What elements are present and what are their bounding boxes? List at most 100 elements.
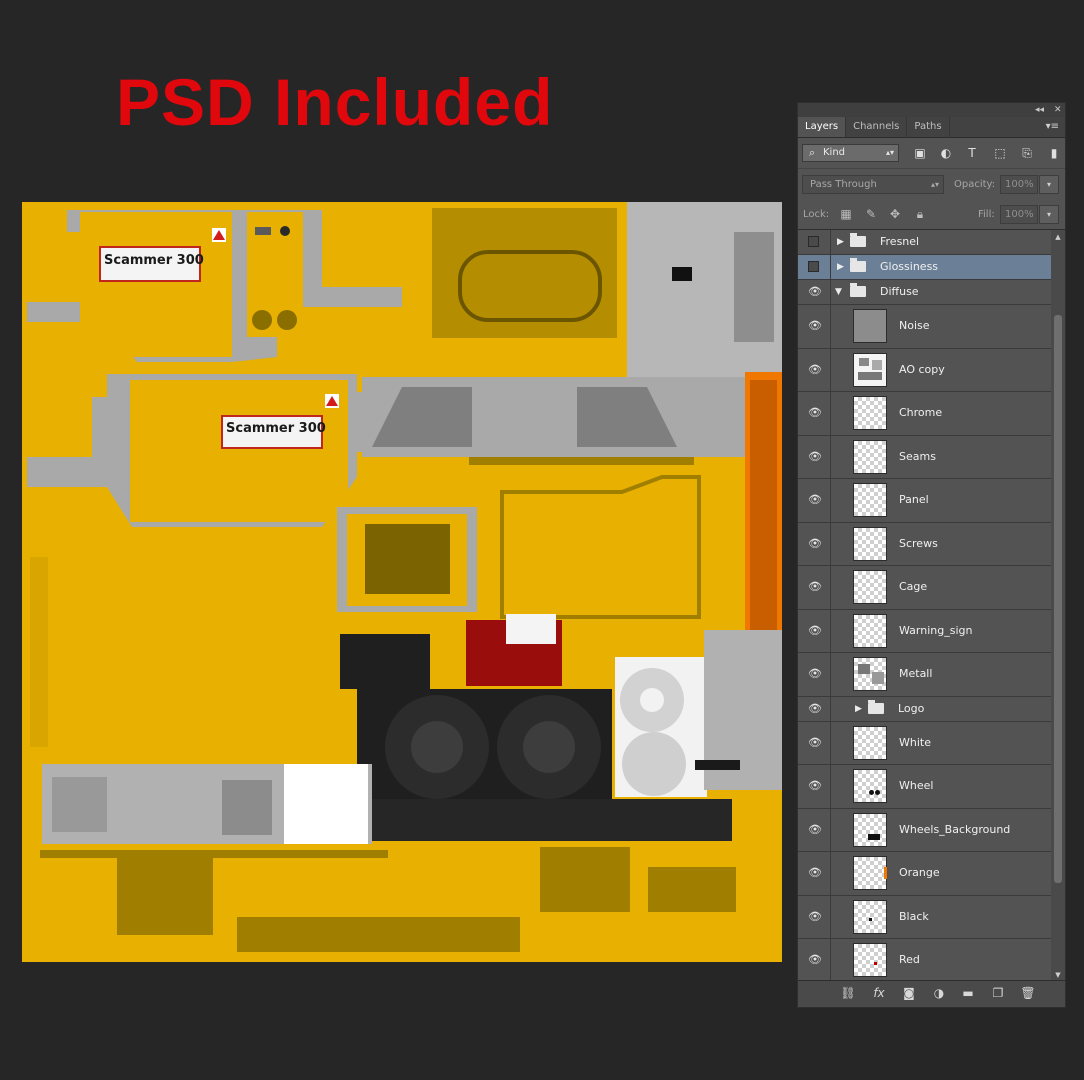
layer-noise[interactable]: 👁︎ Noise xyxy=(798,305,1051,349)
filter-toggle-icon[interactable]: ▮ xyxy=(1047,146,1061,160)
add-mask-icon[interactable]: ◙ xyxy=(901,985,917,1001)
eye-icon: 👁︎ xyxy=(808,623,822,637)
layer-thumbnail xyxy=(853,309,887,344)
eye-icon: 👁︎ xyxy=(808,536,822,550)
lock-position-icon[interactable]: ✥ xyxy=(888,207,902,221)
layer-group-fresnel[interactable]: ▶ Fresnel xyxy=(798,230,1051,255)
visibility-toggle[interactable]: 👁︎ xyxy=(798,895,831,938)
visibility-toggle[interactable] xyxy=(798,255,831,279)
collapse-icon[interactable]: ◂◂ xyxy=(1035,103,1044,117)
layer-name: Seams xyxy=(899,449,936,463)
visibility-toggle[interactable]: 👁︎ xyxy=(798,392,831,435)
fill-input[interactable]: 100% xyxy=(1000,205,1038,224)
folder-open-icon xyxy=(850,283,866,297)
lock-transparent-pixels-icon[interactable]: ▦ xyxy=(839,207,853,221)
visibility-toggle[interactable]: 👁︎ xyxy=(798,852,831,895)
lock-all-icon[interactable]: 🔒︎ xyxy=(913,207,927,221)
new-group-icon[interactable]: ▬ xyxy=(960,985,976,1001)
visibility-toggle[interactable]: 👁︎ xyxy=(798,522,831,565)
tab-layers[interactable]: Layers xyxy=(798,117,847,137)
visibility-toggle[interactable]: 👁︎ xyxy=(798,808,831,851)
eye-icon: 👁︎ xyxy=(808,822,822,836)
layers-list: ▶ Fresnel ▶ Glossiness 👁︎ ▼ Diffuse 👁︎ N… xyxy=(798,230,1051,982)
visibility-toggle[interactable]: 👁︎ xyxy=(798,280,831,304)
layers-panel: ◂◂ ✕ Layers Channels Paths ▾≡ ⌕ Kind ▴▾ … xyxy=(797,102,1066,1008)
layer-thumbnail xyxy=(853,352,887,387)
layer-metall[interactable]: 👁︎ Metall xyxy=(798,653,1051,697)
layer-wheel[interactable]: 👁︎ Wheel xyxy=(798,765,1051,809)
layer-panel[interactable]: 👁︎ Panel xyxy=(798,479,1051,523)
layer-wheels-background[interactable]: 👁︎ Wheels_Background xyxy=(798,808,1051,852)
layer-thumbnail xyxy=(853,439,887,474)
layer-name: Cage xyxy=(899,580,928,594)
visibility-toggle[interactable]: 👁︎ xyxy=(798,939,831,982)
layer-orange[interactable]: 👁︎ Orange xyxy=(798,852,1051,896)
layer-seams[interactable]: 👁︎ Seams xyxy=(798,435,1051,479)
expand-arrow-icon[interactable]: ▶ xyxy=(855,703,862,715)
blend-mode-select[interactable]: Pass Through ▴▾ xyxy=(802,175,944,194)
expand-arrow-icon[interactable]: ▶ xyxy=(837,261,844,273)
visibility-toggle[interactable]: 👁︎ xyxy=(798,653,831,696)
layer-chrome[interactable]: 👁︎ Chrome xyxy=(798,392,1051,436)
scroll-down-icon[interactable]: ▼ xyxy=(1051,970,1065,980)
layer-group-glossiness[interactable]: ▶ Glossiness xyxy=(798,255,1051,280)
layers-scrollbar[interactable]: ▲ ▼ xyxy=(1051,230,1065,982)
shape-filter-icon[interactable]: ⬚ xyxy=(993,146,1007,160)
collapse-arrow-icon[interactable]: ▼ xyxy=(835,286,842,298)
visibility-toggle[interactable]: 👁︎ xyxy=(798,566,831,609)
label-scammer-2: Scammer 300 xyxy=(226,421,326,436)
layer-thumbnail xyxy=(853,526,887,561)
filter-kind-select[interactable]: ⌕ Kind ▴▾ xyxy=(802,144,899,162)
fx-icon[interactable]: fx xyxy=(871,985,887,1001)
opacity-input[interactable]: 100% xyxy=(1000,175,1038,194)
lock-image-pixels-icon[interactable]: ✎ xyxy=(864,207,878,221)
smart-object-filter-icon[interactable]: ⎘ xyxy=(1020,146,1034,160)
layer-screws[interactable]: 👁︎ Screws xyxy=(798,522,1051,566)
layer-white[interactable]: 👁︎ White xyxy=(798,721,1051,765)
expand-arrow-icon[interactable]: ▶ xyxy=(837,236,844,248)
layer-ao-copy[interactable]: 👁︎ AO copy xyxy=(798,348,1051,392)
eye-icon: 👁︎ xyxy=(808,701,822,715)
layer-thumbnail xyxy=(853,769,887,804)
eye-icon: 👁︎ xyxy=(808,779,822,793)
visibility-toggle[interactable]: 👁︎ xyxy=(798,479,831,522)
type-filter-icon[interactable]: T xyxy=(965,146,979,160)
adjustment-layer-icon[interactable]: ◑ xyxy=(931,985,947,1001)
close-icon[interactable]: ✕ xyxy=(1054,103,1062,117)
eye-icon: 👁︎ xyxy=(808,493,822,507)
scrollbar-thumb[interactable] xyxy=(1054,315,1062,883)
panel-menu-icon[interactable]: ▾≡ xyxy=(1046,117,1059,137)
layer-red[interactable]: 👁︎ Red xyxy=(798,939,1051,982)
visibility-toggle[interactable]: 👁︎ xyxy=(798,721,831,764)
visibility-toggle[interactable]: 👁︎ xyxy=(798,696,831,721)
visibility-toggle[interactable]: 👁︎ xyxy=(798,609,831,652)
visibility-toggle[interactable]: 👁︎ xyxy=(798,305,831,348)
layer-thumbnail xyxy=(853,657,887,692)
filter-row: ⌕ Kind ▴▾ ▣ ◐ T ⬚ ⎘ ▮ xyxy=(798,138,1065,168)
eye-icon: 👁︎ xyxy=(808,406,822,420)
image-filter-icon[interactable]: ▣ xyxy=(913,146,927,160)
fill-dropdown-button[interactable]: ▾ xyxy=(1039,205,1059,224)
layer-black[interactable]: 👁︎ Black xyxy=(798,895,1051,939)
adjustment-filter-icon[interactable]: ◐ xyxy=(939,146,953,160)
layer-thumbnail xyxy=(853,856,887,891)
layer-name: Fresnel xyxy=(880,235,920,248)
layer-group-diffuse[interactable]: 👁︎ ▼ Diffuse xyxy=(798,280,1051,305)
visibility-toggle[interactable]: 👁︎ xyxy=(798,435,831,478)
visibility-toggle[interactable]: 👁︎ xyxy=(798,348,831,391)
layer-warning-sign[interactable]: 👁︎ Warning_sign xyxy=(798,609,1051,653)
layer-group-logo[interactable]: 👁︎ ▶ Logo xyxy=(798,696,1051,722)
panel-tabs: Layers Channels Paths ▾≡ xyxy=(798,117,1065,138)
scroll-up-icon[interactable]: ▲ xyxy=(1051,232,1065,242)
visibility-toggle[interactable] xyxy=(798,230,831,254)
tab-paths[interactable]: Paths xyxy=(907,117,950,137)
new-layer-icon[interactable]: ❐ xyxy=(990,985,1006,1001)
opacity-dropdown-button[interactable]: ▾ xyxy=(1039,175,1059,194)
search-icon: ⌕ xyxy=(809,146,816,159)
link-layers-icon[interactable]: ⛓︎ xyxy=(840,985,856,1001)
delete-layer-icon[interactable]: 🗑︎ xyxy=(1020,985,1036,1001)
visibility-toggle[interactable]: 👁︎ xyxy=(798,765,831,808)
layer-cage[interactable]: 👁︎ Cage xyxy=(798,566,1051,610)
tab-channels[interactable]: Channels xyxy=(846,117,908,137)
texture-atlas-image: Scammer 300 Scammer 300 xyxy=(22,202,782,962)
